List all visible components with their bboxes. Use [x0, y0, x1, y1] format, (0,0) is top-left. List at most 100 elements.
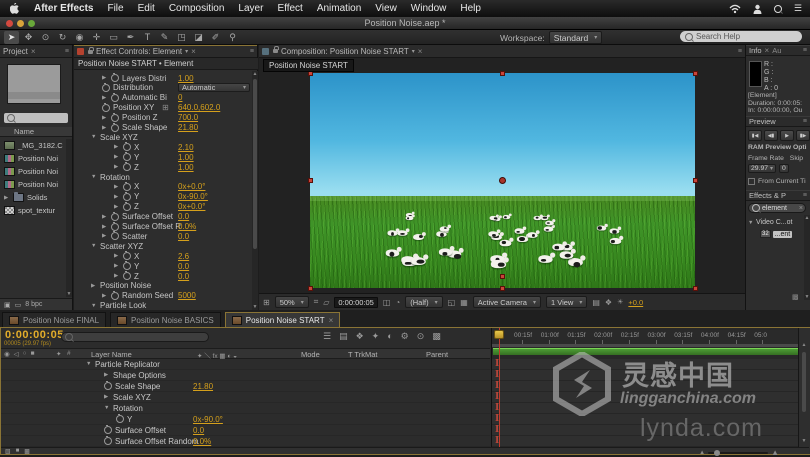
effect-item-label[interactable]: ...ent [772, 230, 793, 238]
type-tool[interactable]: T [140, 31, 155, 44]
property-value[interactable]: 0.0% [178, 222, 196, 231]
layer-anchor-point[interactable] [499, 177, 506, 184]
panel-resize-icon[interactable]: ▩ [792, 293, 799, 301]
panel-menu-icon[interactable]: ≡ [250, 48, 254, 55]
auto-keyframe-icon[interactable]: ⊙ [417, 331, 425, 342]
zoom-tool[interactable]: ⊙ [38, 31, 53, 44]
new-folder-icon[interactable]: ▭ [15, 301, 22, 309]
tab-composition[interactable]: Composition: Position Noise START [281, 47, 409, 56]
timeline-tab[interactable]: Position Noise BASICS [110, 312, 221, 327]
comp-mini-flowchart-icon[interactable]: ☰ [323, 331, 331, 342]
from-current-checkbox[interactable] [748, 178, 755, 185]
transparency-grid-icon[interactable]: ▦ [460, 298, 468, 307]
property-value[interactable]: 1.00 [178, 163, 194, 172]
property-value[interactable]: 0x+0.0° [178, 202, 205, 211]
exposure-value[interactable]: +0.0 [628, 298, 643, 307]
effect-property-row[interactable]: ▶ X 0x+0.0° [74, 181, 252, 192]
effect-property-row[interactable]: ▼ Particle Look [74, 301, 252, 310]
apple-menu[interactable] [10, 2, 20, 15]
effect-property-row[interactable]: Position XY ⊞ 640.0,602.0 [74, 102, 252, 113]
property-value[interactable]: 0x-90.0° [193, 415, 223, 424]
menu-item-edit[interactable]: Edit [138, 3, 155, 14]
expander-icon[interactable]: ▶ [114, 194, 120, 200]
effects-group-row[interactable]: ▼ Video C...ot [748, 219, 792, 226]
property-value[interactable]: 1.00 [178, 74, 194, 83]
mode-column[interactable]: Mode [301, 350, 320, 359]
snapshot-icon[interactable]: ◫ [383, 298, 391, 307]
resolution-dropdown[interactable]: (Half) ▾ [405, 296, 443, 308]
video-column-icon[interactable]: ◉ [4, 350, 10, 358]
property-value[interactable]: 2.6 [178, 252, 189, 261]
menu-item-animation[interactable]: Animation [317, 3, 361, 14]
property-value[interactable]: 0.0 [178, 272, 189, 281]
close-icon[interactable]: × [31, 47, 36, 56]
stopwatch-icon[interactable] [104, 436, 112, 445]
mask-visibility-icon[interactable]: ▱ [323, 298, 329, 307]
stopwatch-icon[interactable] [102, 82, 110, 92]
layer-bottom-handle[interactable] [500, 274, 505, 279]
effect-property-row[interactable]: ▶ Surface Offset 0.0 [74, 211, 252, 222]
effect-property-row[interactable]: ▶ Z 1.00 [74, 162, 252, 172]
pen-tool[interactable]: ✒ [123, 31, 138, 44]
view-layout-dropdown[interactable]: 1 View ▾ [545, 296, 588, 308]
effect-property-row[interactable]: ▶ Scatter 0.0 [74, 231, 252, 241]
comp-flowchart-icon[interactable]: ▩ [24, 448, 30, 455]
expander-icon[interactable]: ▶ [102, 125, 108, 131]
timeline-track-row[interactable]: I [492, 425, 799, 436]
layer-handle[interactable] [693, 71, 698, 76]
timeline-current-time[interactable]: 0:00:00:05 [5, 329, 64, 341]
effect-property-row[interactable]: ▶ Random Seed 5000 [74, 290, 252, 301]
panel-menu-icon[interactable]: ≡ [65, 48, 69, 55]
layer-handle[interactable] [500, 71, 505, 76]
chevron-down-icon[interactable]: ▾ [412, 48, 415, 55]
menu-item-layer[interactable]: Layer [238, 3, 263, 14]
timeline-tab[interactable]: Position Noise START × [224, 312, 341, 327]
effect-property-row[interactable]: ▶ X 2.10 [74, 142, 252, 152]
tab-project[interactable]: Project [3, 47, 28, 56]
effect-controls-scrollbar[interactable]: ▲ ▼ [252, 71, 258, 310]
expander-icon[interactable]: ▶ [102, 75, 108, 81]
panel-menu-icon[interactable]: ≡ [803, 118, 807, 125]
expander-icon[interactable]: ▶ [114, 204, 120, 210]
expander-icon[interactable]: ▶ [114, 253, 120, 259]
clear-search-icon[interactable]: × [799, 205, 803, 212]
menu-item-view[interactable]: View [375, 3, 397, 14]
expander-icon[interactable]: ▶ [114, 154, 120, 160]
zoom-in-icon[interactable]: ▲ [771, 448, 779, 457]
effect-property-row[interactable]: ▶ Y 1.00 [74, 152, 252, 162]
timeline-property-row[interactable]: Scale Shape 21.80 [1, 381, 490, 392]
first-frame-button[interactable]: ▮◀ [748, 130, 762, 141]
selection-tool[interactable]: ➤ [4, 30, 19, 44]
layer-handle[interactable] [693, 286, 698, 291]
expander-icon[interactable]: ▶ [102, 95, 108, 101]
timeline-search-input[interactable] [61, 332, 209, 342]
effects-search-input[interactable]: element × [748, 203, 806, 213]
comp-timecode[interactable]: 0:00:00:05 [334, 296, 378, 308]
trkmat-column[interactable]: T TrkMat [348, 350, 377, 359]
skip-value-box[interactable]: 0 [779, 164, 789, 173]
effect-property-row[interactable]: ▶ X 2.6 [74, 251, 252, 261]
motion-blur-icon[interactable]: ◐ [387, 331, 392, 342]
property-value[interactable]: 0.0% [193, 437, 211, 446]
expander-icon[interactable]: ▼ [104, 405, 110, 411]
panel-menu-icon[interactable]: ≡ [803, 192, 807, 199]
rotation-tool[interactable]: ↻ [55, 31, 70, 44]
clone-stamp-tool[interactable]: ◳ [174, 31, 189, 44]
stopwatch-icon[interactable] [123, 201, 131, 211]
app-menu[interactable]: After Effects [34, 3, 93, 14]
timeline-track-row[interactable]: I [492, 414, 799, 425]
stopwatch-icon[interactable] [123, 261, 131, 271]
effect-property-row[interactable]: ▶ Layers Distri 1.00 [74, 73, 252, 83]
property-value[interactable]: 700.0 [178, 113, 198, 122]
project-item[interactable]: Position Noi [0, 165, 72, 178]
effects-item-row[interactable]: 32 ...ent [748, 230, 793, 238]
menu-item-window[interactable]: Window [411, 3, 447, 14]
stopwatch-icon[interactable] [123, 251, 131, 261]
property-dropdown[interactable]: Automatic ▾ [178, 83, 250, 93]
lock-icon[interactable] [88, 46, 94, 54]
expander-icon[interactable]: ▶ [114, 164, 120, 170]
timeline-track-row[interactable]: I [492, 381, 799, 392]
close-icon[interactable]: × [418, 47, 423, 56]
collapse-pane-icon[interactable]: ▧ [5, 448, 11, 455]
timeline-scrollbar[interactable]: ▲ ▼ [798, 328, 810, 454]
